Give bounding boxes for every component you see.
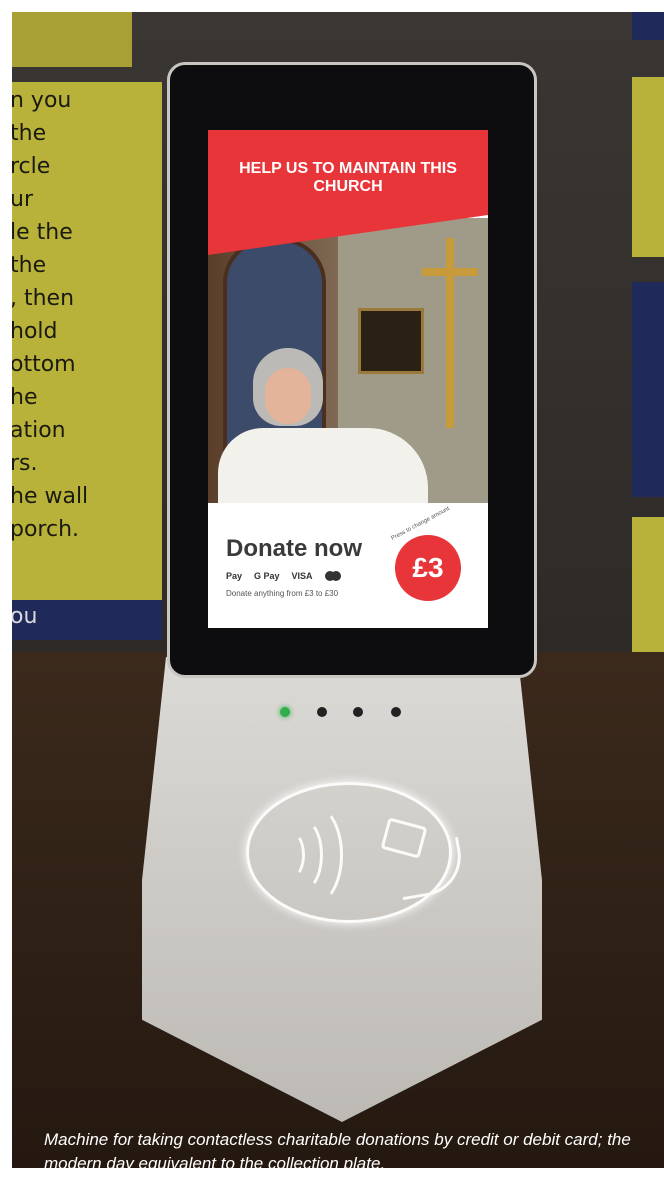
donate-range-text: Donate anything from £3 to £30 [226, 589, 339, 598]
kiosk-photo: n you the rcle ur le the the , then hold… [12, 12, 664, 1168]
smiling-vicar [218, 348, 428, 503]
poster-bar-text: ou [12, 604, 38, 629]
poster-line: n you [12, 88, 72, 113]
poster-line: the [12, 253, 47, 278]
photo-caption: Machine for taking contactless charitabl… [44, 1130, 631, 1168]
poster-line: he [12, 385, 38, 410]
status-led-2 [317, 707, 327, 717]
poster-right [632, 77, 664, 257]
google-pay-icon: G Pay [254, 571, 280, 581]
kiosk-screen[interactable]: HELP US TO MAINTAIN THIS CHURCH Donate n… [208, 130, 488, 628]
poster-line: ation [12, 418, 66, 443]
poster-top-left [12, 12, 132, 67]
poster-line: hold [12, 319, 58, 344]
poster-line: porch. [12, 517, 80, 542]
poster-right-top [632, 12, 664, 40]
brass-cross-bar [422, 268, 478, 276]
payment-methods: Pay G Pay VISA [226, 571, 341, 581]
status-led-1 [280, 707, 290, 717]
brass-cross [446, 238, 454, 428]
banner-title: HELP US TO MAINTAIN THIS CHURCH [239, 160, 457, 195]
church-photo [208, 218, 488, 503]
poster-line: he wall [12, 484, 89, 509]
poster-line: le the [12, 220, 73, 245]
hand-icon [393, 836, 468, 901]
vicar-face [265, 368, 311, 424]
poster-line: , then [12, 286, 75, 311]
contactless-wave-icon [284, 804, 343, 906]
poster-line: rcle [12, 154, 51, 179]
donate-now-title: Donate now [226, 535, 362, 562]
amount-button[interactable]: £3 [395, 535, 461, 601]
status-led-3 [353, 707, 363, 717]
poster-line: ottom [12, 352, 76, 377]
poster-right-navy [632, 282, 664, 497]
visa-icon: VISA [291, 571, 313, 581]
donate-panel[interactable]: Donate now Pay G Pay VISA Donate anythin… [208, 503, 488, 628]
apple-pay-icon: Pay [226, 571, 243, 581]
poster-line: the [12, 121, 47, 146]
poster-text: n you the rcle ur le the the , then hold… [12, 84, 160, 546]
contactless-card-tap-icon [380, 817, 468, 901]
mastercard-icon [324, 571, 341, 581]
poster-right-lower [632, 517, 664, 657]
poster-line: ur [12, 187, 33, 212]
status-led-4 [391, 707, 401, 717]
vicar-body [218, 428, 428, 503]
poster-line: rs. [12, 451, 38, 476]
